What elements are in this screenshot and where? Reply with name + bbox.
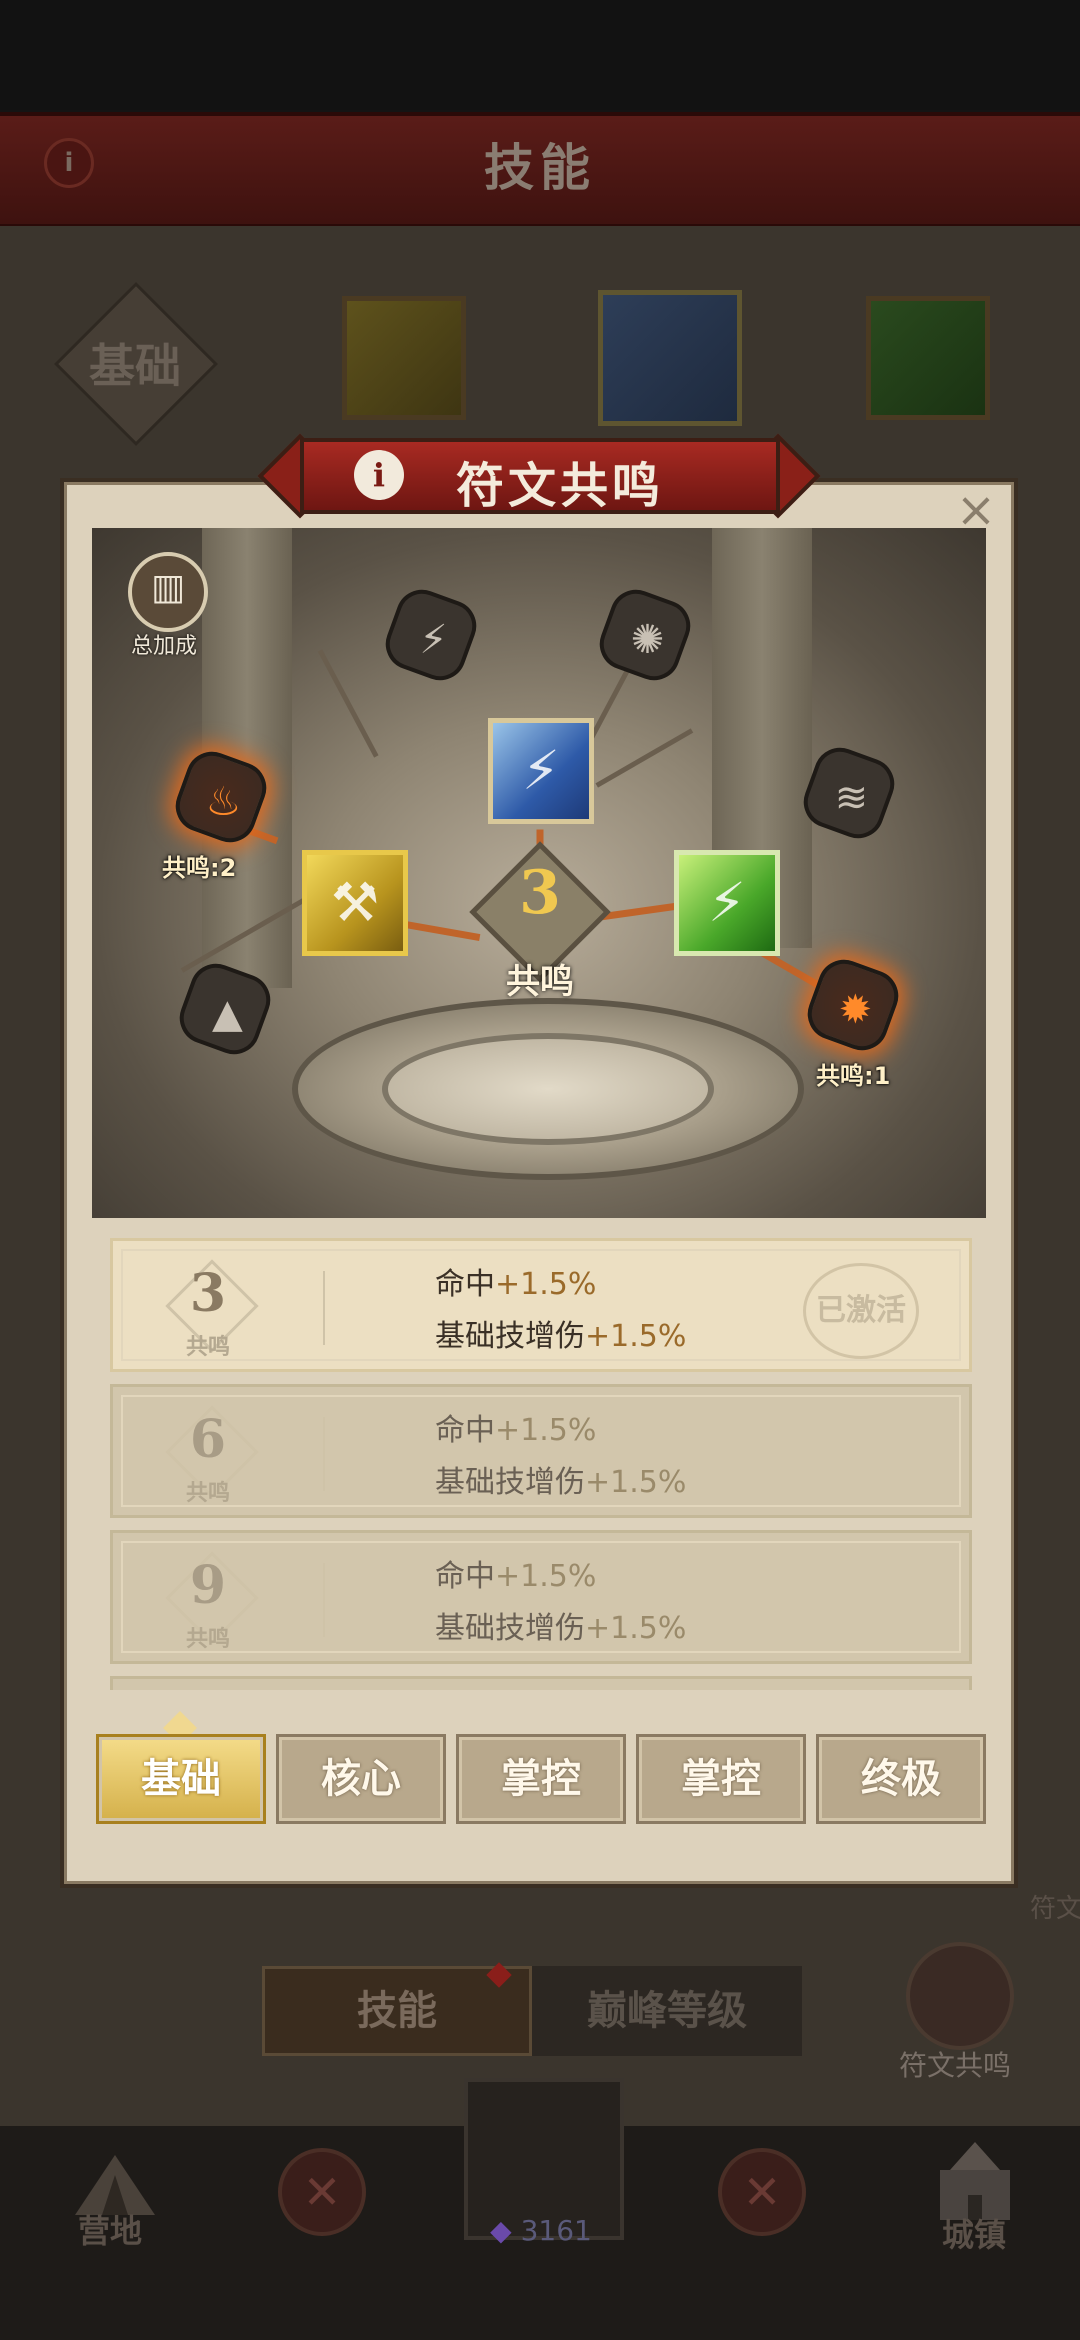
tier-row: 6 共鸣 命中+1.5% 基础技增伤+1.5% bbox=[110, 1384, 972, 1518]
spike-icon: ▲ bbox=[212, 991, 243, 1038]
divider bbox=[323, 1563, 325, 1637]
lightning-icon: ⚡ bbox=[419, 617, 448, 664]
node-resonance-label: 共鸣:1 bbox=[816, 1062, 891, 1090]
rune-node-active[interactable]: ♨ bbox=[168, 744, 274, 850]
castle-icon[interactable] bbox=[930, 2140, 1020, 2220]
rune-node[interactable]: ✺ bbox=[592, 582, 698, 688]
node-resonance-label: 共鸣:2 bbox=[162, 854, 237, 882]
divider bbox=[323, 1271, 325, 1345]
currency-value: ◆ 3161 bbox=[486, 2214, 596, 2247]
stat-value: +1.5% bbox=[495, 1267, 597, 1302]
link-line bbox=[595, 728, 694, 788]
screen-title: 技能 bbox=[484, 139, 596, 197]
stat-line-1: 命中+1.5% bbox=[435, 1405, 596, 1449]
divider bbox=[323, 1417, 325, 1491]
stat-name: 基础技增伤 bbox=[435, 1611, 585, 1646]
dialog-title: 符文共鸣 bbox=[455, 458, 664, 514]
nav-camp-label: 营地 bbox=[77, 2212, 142, 2250]
rune-node-active[interactable]: ✹ bbox=[800, 952, 906, 1058]
stat-value: +1.5% bbox=[495, 1413, 597, 1448]
skill-slot-gold-icon[interactable] bbox=[342, 296, 466, 420]
activated-stamp: 已激活 bbox=[803, 1263, 919, 1359]
tab-basic[interactable]: 基础 bbox=[96, 1734, 266, 1824]
locked-slot-x-icon[interactable]: ✕ bbox=[278, 2148, 366, 2236]
stat-name: 命中 bbox=[435, 1559, 495, 1594]
tab-mastery-1[interactable]: 掌控 bbox=[456, 1734, 626, 1824]
stat-name: 命中 bbox=[435, 1267, 495, 1302]
stat-name: 命中 bbox=[435, 1413, 495, 1448]
stat-value: +1.5% bbox=[585, 1611, 687, 1646]
rune-node[interactable]: ⚡ bbox=[378, 582, 484, 688]
rune-resonance-label: 符文共鸣 bbox=[898, 2049, 1011, 2082]
resonance-scene: 3 共鸣 ⚡ ⚒ ⚡ ⚡ ✺ ♨ 共鸣:2 ≋ ▲ ✹ 共鸣:1 ▥ 总加成 bbox=[92, 528, 986, 1218]
tab-mastery-2[interactable]: 掌控 bbox=[636, 1734, 806, 1824]
rune-resonance-button[interactable] bbox=[906, 1942, 1014, 2050]
tier-row: 9 共鸣 命中+1.5% 基础技增伤+1.5% bbox=[110, 1530, 972, 1664]
stat-value: +1.5% bbox=[585, 1465, 687, 1500]
tier-list[interactable]: 3 共鸣 命中+1.5% 基础技增伤+1.5% 已激活 6 共鸣 命中+1.5%… bbox=[110, 1238, 972, 1690]
gem-icon: ◆ bbox=[490, 2214, 521, 2247]
spikes-icon: ⚡ bbox=[708, 871, 746, 934]
tier-label: 共鸣 bbox=[185, 1627, 230, 1652]
partial-text: 符文合 bbox=[1030, 1894, 1080, 1924]
tab-core[interactable]: 核心 bbox=[276, 1734, 446, 1824]
resonance-count: 3 bbox=[519, 858, 561, 928]
skill-slot-blue-icon[interactable] bbox=[598, 290, 742, 426]
link-line bbox=[317, 649, 379, 758]
status-area bbox=[0, 0, 1080, 110]
tier-label: 共鸣 bbox=[185, 1335, 230, 1360]
close-icon[interactable]: × bbox=[952, 486, 1000, 534]
total-bonus-label: 总加成 bbox=[130, 634, 197, 659]
shield-flame-icon: ♨ bbox=[205, 779, 242, 826]
tier-row: 3 共鸣 命中+1.5% 基础技增伤+1.5% 已激活 bbox=[110, 1238, 972, 1372]
currency-amount: 3161 bbox=[520, 2214, 592, 2247]
total-bonus-button[interactable]: ▥ bbox=[128, 552, 208, 632]
stat-line-1: 命中+1.5% bbox=[435, 1259, 596, 1303]
tier-row bbox=[110, 1676, 972, 1690]
skill-gold-icon[interactable]: ⚒ bbox=[302, 850, 408, 956]
skill-green-icon[interactable]: ⚡ bbox=[674, 850, 780, 956]
tier-number: 3 bbox=[189, 1263, 227, 1324]
tab-ultimate[interactable]: 终极 bbox=[816, 1734, 986, 1824]
stage-inner bbox=[382, 1033, 714, 1145]
stat-line-1: 命中+1.5% bbox=[435, 1551, 596, 1595]
info-icon[interactable]: i bbox=[354, 450, 404, 500]
skill-blue-icon[interactable]: ⚡ bbox=[488, 718, 594, 824]
tab-peak-level[interactable]: 巅峰等级 bbox=[532, 1966, 802, 2056]
stat-name: 基础技增伤 bbox=[435, 1465, 585, 1500]
bonus-icon: ▥ bbox=[150, 567, 185, 608]
hammer-icon: ⚒ bbox=[330, 871, 380, 934]
resonance-count-label: 共鸣 bbox=[506, 962, 574, 1002]
claw-marks-icon: ≋ bbox=[834, 775, 869, 822]
fire-icon: ✹ bbox=[838, 987, 873, 1034]
stat-value: +1.5% bbox=[585, 1319, 687, 1354]
locked-slot-x-icon-2[interactable]: ✕ bbox=[718, 2148, 806, 2236]
nav-town-label: 城镇 bbox=[941, 2216, 1006, 2254]
category-label: 基础 bbox=[89, 339, 181, 393]
stat-name: 基础技增伤 bbox=[435, 1319, 585, 1354]
stat-line-2: 基础技增伤+1.5% bbox=[435, 1457, 686, 1501]
stat-value: +1.5% bbox=[495, 1559, 597, 1594]
vortex-icon: ✺ bbox=[630, 617, 665, 664]
rune-node[interactable]: ≋ bbox=[796, 740, 902, 846]
tier-number: 9 bbox=[189, 1555, 227, 1616]
skill-slot-green-icon[interactable] bbox=[866, 296, 990, 420]
stat-line-2: 基础技增伤+1.5% bbox=[435, 1603, 686, 1647]
claw-icon: ⚡ bbox=[522, 739, 560, 802]
stat-line-2: 基础技增伤+1.5% bbox=[435, 1311, 686, 1355]
tier-label: 共鸣 bbox=[185, 1481, 230, 1506]
tier-number: 6 bbox=[189, 1409, 227, 1470]
rune-node[interactable]: ▲ bbox=[172, 956, 278, 1062]
